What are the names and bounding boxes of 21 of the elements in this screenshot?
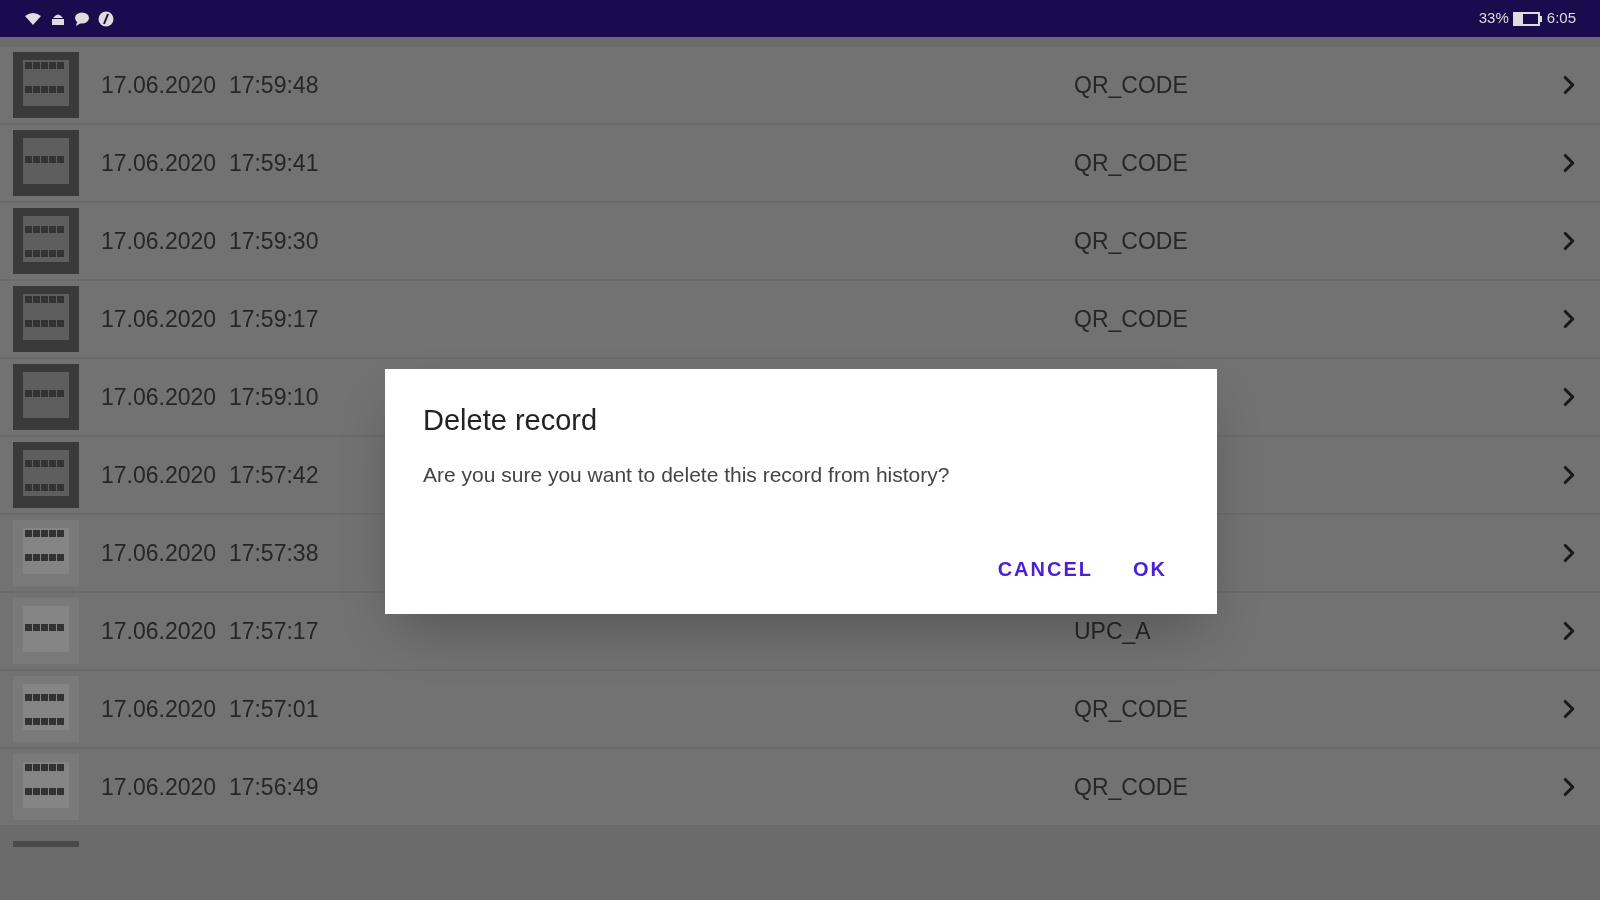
battery-percentage: 33% (1478, 8, 1509, 29)
record-type: QR_CODE (1074, 148, 1189, 178)
dialog-message: Are you sure you want to delete this record from history? (423, 461, 951, 488)
record-timestamp: 17.06.2020 17:57:01 (101, 694, 320, 724)
record-timestamp: 17.06.2020 17:59:10 (101, 382, 320, 412)
record-type: QR_CODE (1074, 772, 1189, 802)
record-type: QR_CODE (1074, 694, 1189, 724)
record-timestamp: 17.06.2020 17:56:49 (101, 772, 320, 802)
record-timestamp: 17.06.2020 17:59:48 (101, 70, 320, 100)
record-type: QR_CODE (1074, 304, 1189, 334)
record-timestamp: 17.06.2020 17:57:17 (101, 616, 320, 646)
record-type: QR_CODE (1074, 70, 1189, 100)
record-timestamp: 17.06.2020 17:59:30 (101, 226, 320, 256)
record-timestamp: 17.06.2020 17:57:38 (101, 538, 320, 568)
record-type: UPC_A (1074, 616, 1152, 646)
record-type: QR_CODE (1074, 226, 1189, 256)
dialog-title: Delete record (423, 403, 599, 438)
record-timestamp: 17.06.2020 17:59:41 (101, 148, 320, 178)
clock: 6:05 (1546, 8, 1576, 29)
record-timestamp: 17.06.2020 17:57:42 (101, 460, 320, 490)
record-timestamp: 17.06.2020 17:59:17 (101, 304, 320, 334)
